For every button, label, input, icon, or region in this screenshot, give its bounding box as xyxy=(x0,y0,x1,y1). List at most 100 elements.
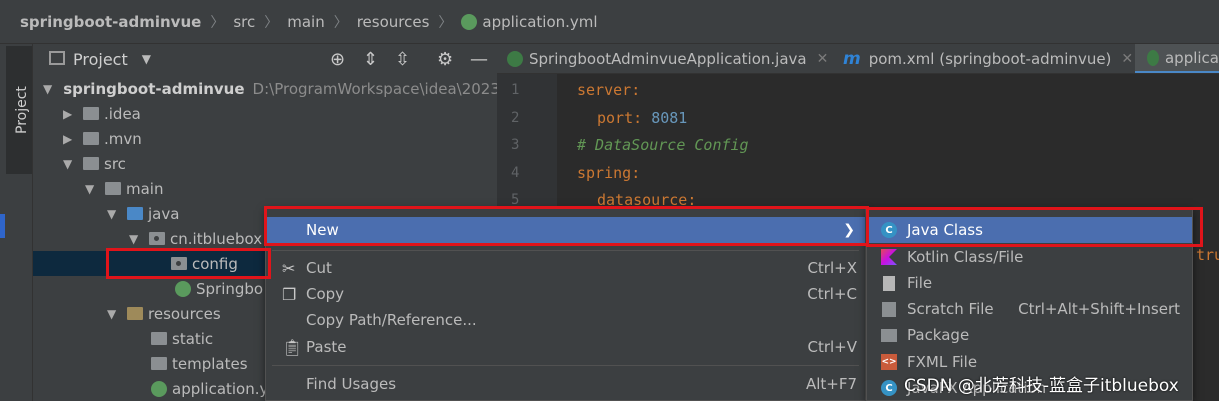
chevron-down-icon[interactable]: ▼ xyxy=(107,207,121,221)
tab-springboot-application[interactable]: SpringbootAdminvueApplication.java ✕ xyxy=(507,44,829,73)
breadcrumb-item-project[interactable]: springboot-adminvue xyxy=(20,13,201,31)
menu-item-new[interactable]: New ❯ xyxy=(266,217,865,243)
tree-item-label: static xyxy=(172,329,214,348)
package-icon xyxy=(149,232,165,245)
chevron-right-icon[interactable]: ▶ xyxy=(63,107,77,121)
chevron-down-icon[interactable]: ▼ xyxy=(63,157,77,171)
spring-class-icon xyxy=(175,280,191,297)
chevron-right-icon: 〉 xyxy=(438,14,453,31)
tree-item-project-root[interactable]: ▼ springboot-adminvue D:\ProgramWorkspac… xyxy=(33,76,497,101)
chevron-down-icon[interactable]: ▼ xyxy=(142,52,151,66)
tree-item-label: Springbo xyxy=(196,279,264,298)
resources-folder-icon xyxy=(127,307,143,320)
menu-separator xyxy=(272,365,859,366)
locate-icon[interactable]: ⊕ xyxy=(330,49,345,70)
close-icon[interactable]: ✕ xyxy=(817,51,829,67)
folder-icon xyxy=(105,182,121,195)
file-icon xyxy=(883,275,895,291)
chevron-down-icon[interactable]: ▼ xyxy=(85,182,99,196)
tree-item-label: .mvn xyxy=(104,129,142,148)
menu-item-paste[interactable]: 📋︎ Paste Ctrl+V xyxy=(266,334,865,360)
tool-window-strip: Project xyxy=(0,44,33,401)
close-icon[interactable]: ✕ xyxy=(1121,51,1133,67)
menu-item-label: Copy xyxy=(306,285,345,303)
yaml-value: 8081 xyxy=(651,109,688,127)
yaml-comment: # DataSource Config xyxy=(577,136,749,154)
fxml-icon: <> xyxy=(881,354,897,370)
chevron-right-icon: 〉 xyxy=(264,14,279,31)
tab-application-yml[interactable]: applica xyxy=(1135,44,1219,73)
project-tool-tab[interactable]: Project xyxy=(6,46,32,174)
submenu-item-label: Package xyxy=(907,326,970,344)
tab-label: applica xyxy=(1164,48,1219,67)
chevron-right-icon: ❯ xyxy=(843,222,855,238)
breadcrumb-item-main[interactable]: main xyxy=(287,13,324,31)
yaml-key: server xyxy=(577,81,632,99)
menu-item-shortcut: Ctrl+X xyxy=(807,259,857,277)
menu-item-label: Find Usages xyxy=(306,375,397,393)
tree-item-mvn[interactable]: ▶ .mvn xyxy=(33,126,497,151)
spring-class-icon xyxy=(507,51,523,67)
submenu-item-java-class[interactable]: C Java Class xyxy=(867,217,1192,243)
tree-item-label: java xyxy=(148,204,180,223)
submenu-item-label: File xyxy=(907,274,933,292)
chevron-right-icon: 〉 xyxy=(210,14,225,31)
tree-item-label: src xyxy=(104,154,126,173)
expand-all-icon[interactable]: ⇕ xyxy=(363,49,378,70)
folder-icon xyxy=(83,132,99,145)
tree-item-src[interactable]: ▼ src xyxy=(33,151,497,176)
context-menu: New ❯ ✂ Cut Ctrl+X ❐ Copy Ctrl+C Copy Pa… xyxy=(265,207,866,401)
code-line: port: 8081 xyxy=(597,109,687,127)
submenu-item-scratch[interactable]: Scratch File Ctrl+Alt+Shift+Insert xyxy=(867,296,1192,322)
tree-item-label: springboot-adminvue xyxy=(63,79,245,98)
menu-item-label: Paste xyxy=(306,338,347,356)
yaml-colon: : xyxy=(633,109,652,127)
breadcrumb-item-file[interactable]: application.yml xyxy=(482,13,597,31)
breadcrumb: springboot-adminvue 〉 src 〉 main 〉 resou… xyxy=(0,0,1219,44)
breadcrumb-item-resources[interactable]: resources xyxy=(357,13,430,31)
menu-item-copy-path[interactable]: Copy Path/Reference... xyxy=(266,307,865,333)
tree-item-label: resources xyxy=(148,304,221,323)
spring-yml-icon xyxy=(151,380,167,397)
submenu-item-label: Java Class xyxy=(907,221,983,239)
submenu-item-shortcut: Ctrl+Alt+Shift+Insert xyxy=(1018,300,1180,318)
submenu-item-label: Kotlin Class/File xyxy=(907,248,1024,266)
tree-item-label: application.y xyxy=(172,379,269,398)
spring-yml-icon xyxy=(1147,49,1159,66)
line-number: 1 xyxy=(511,82,520,98)
tree-item-path: D:\ProgramWorkspace\idea\2023 xyxy=(252,79,497,98)
breadcrumb-item-src[interactable]: src xyxy=(233,13,255,31)
submenu-item-kotlin[interactable]: Kotlin Class/File xyxy=(867,244,1192,270)
tab-label: pom.xml (springboot-adminvue) xyxy=(868,50,1112,68)
tree-item-label: config xyxy=(192,254,238,273)
tree-item-label: .idea xyxy=(104,104,141,123)
tree-item-idea[interactable]: ▶ .idea xyxy=(33,101,497,126)
yaml-key: port xyxy=(597,109,634,127)
tab-label: SpringbootAdminvueApplication.java xyxy=(529,50,807,68)
chevron-down-icon[interactable]: ▼ xyxy=(107,307,121,321)
tree-item-main[interactable]: ▼ main xyxy=(33,176,497,201)
project-panel-title[interactable]: Project xyxy=(73,50,128,69)
gear-icon[interactable]: ⚙ xyxy=(437,49,453,70)
chevron-down-icon[interactable]: ▼ xyxy=(129,232,143,246)
menu-item-cut[interactable]: ✂ Cut Ctrl+X xyxy=(266,255,865,281)
collapse-all-icon[interactable]: ⇳ xyxy=(395,49,410,70)
submenu-item-file[interactable]: File xyxy=(867,270,1192,296)
project-tool-tab-label: Project xyxy=(14,86,30,134)
project-panel-header: Project ▼ ⊕ ⇕ ⇳ ⚙ — xyxy=(33,44,497,74)
yaml-colon: : xyxy=(631,81,641,99)
code-line: server: xyxy=(577,81,640,99)
menu-item-copy[interactable]: ❐ Copy Ctrl+C xyxy=(266,281,865,307)
menu-item-label: New xyxy=(306,221,339,239)
submenu-item-package[interactable]: Package xyxy=(867,322,1192,348)
tab-pom-xml[interactable]: m pom.xml (springboot-adminvue) ✕ xyxy=(843,44,1133,73)
menu-item-find-usages[interactable]: Find Usages Alt+F7 xyxy=(266,371,865,397)
chevron-right-icon[interactable]: ▶ xyxy=(63,132,77,146)
scratch-file-icon xyxy=(882,301,896,317)
tree-item-label: templates xyxy=(172,354,248,373)
minimize-icon[interactable]: — xyxy=(470,49,488,70)
chevron-down-icon[interactable]: ▼ xyxy=(43,82,52,96)
line-number: 3 xyxy=(511,137,520,153)
chevron-right-icon: 〉 xyxy=(333,14,348,31)
code-line: # DataSource Config xyxy=(577,136,749,154)
